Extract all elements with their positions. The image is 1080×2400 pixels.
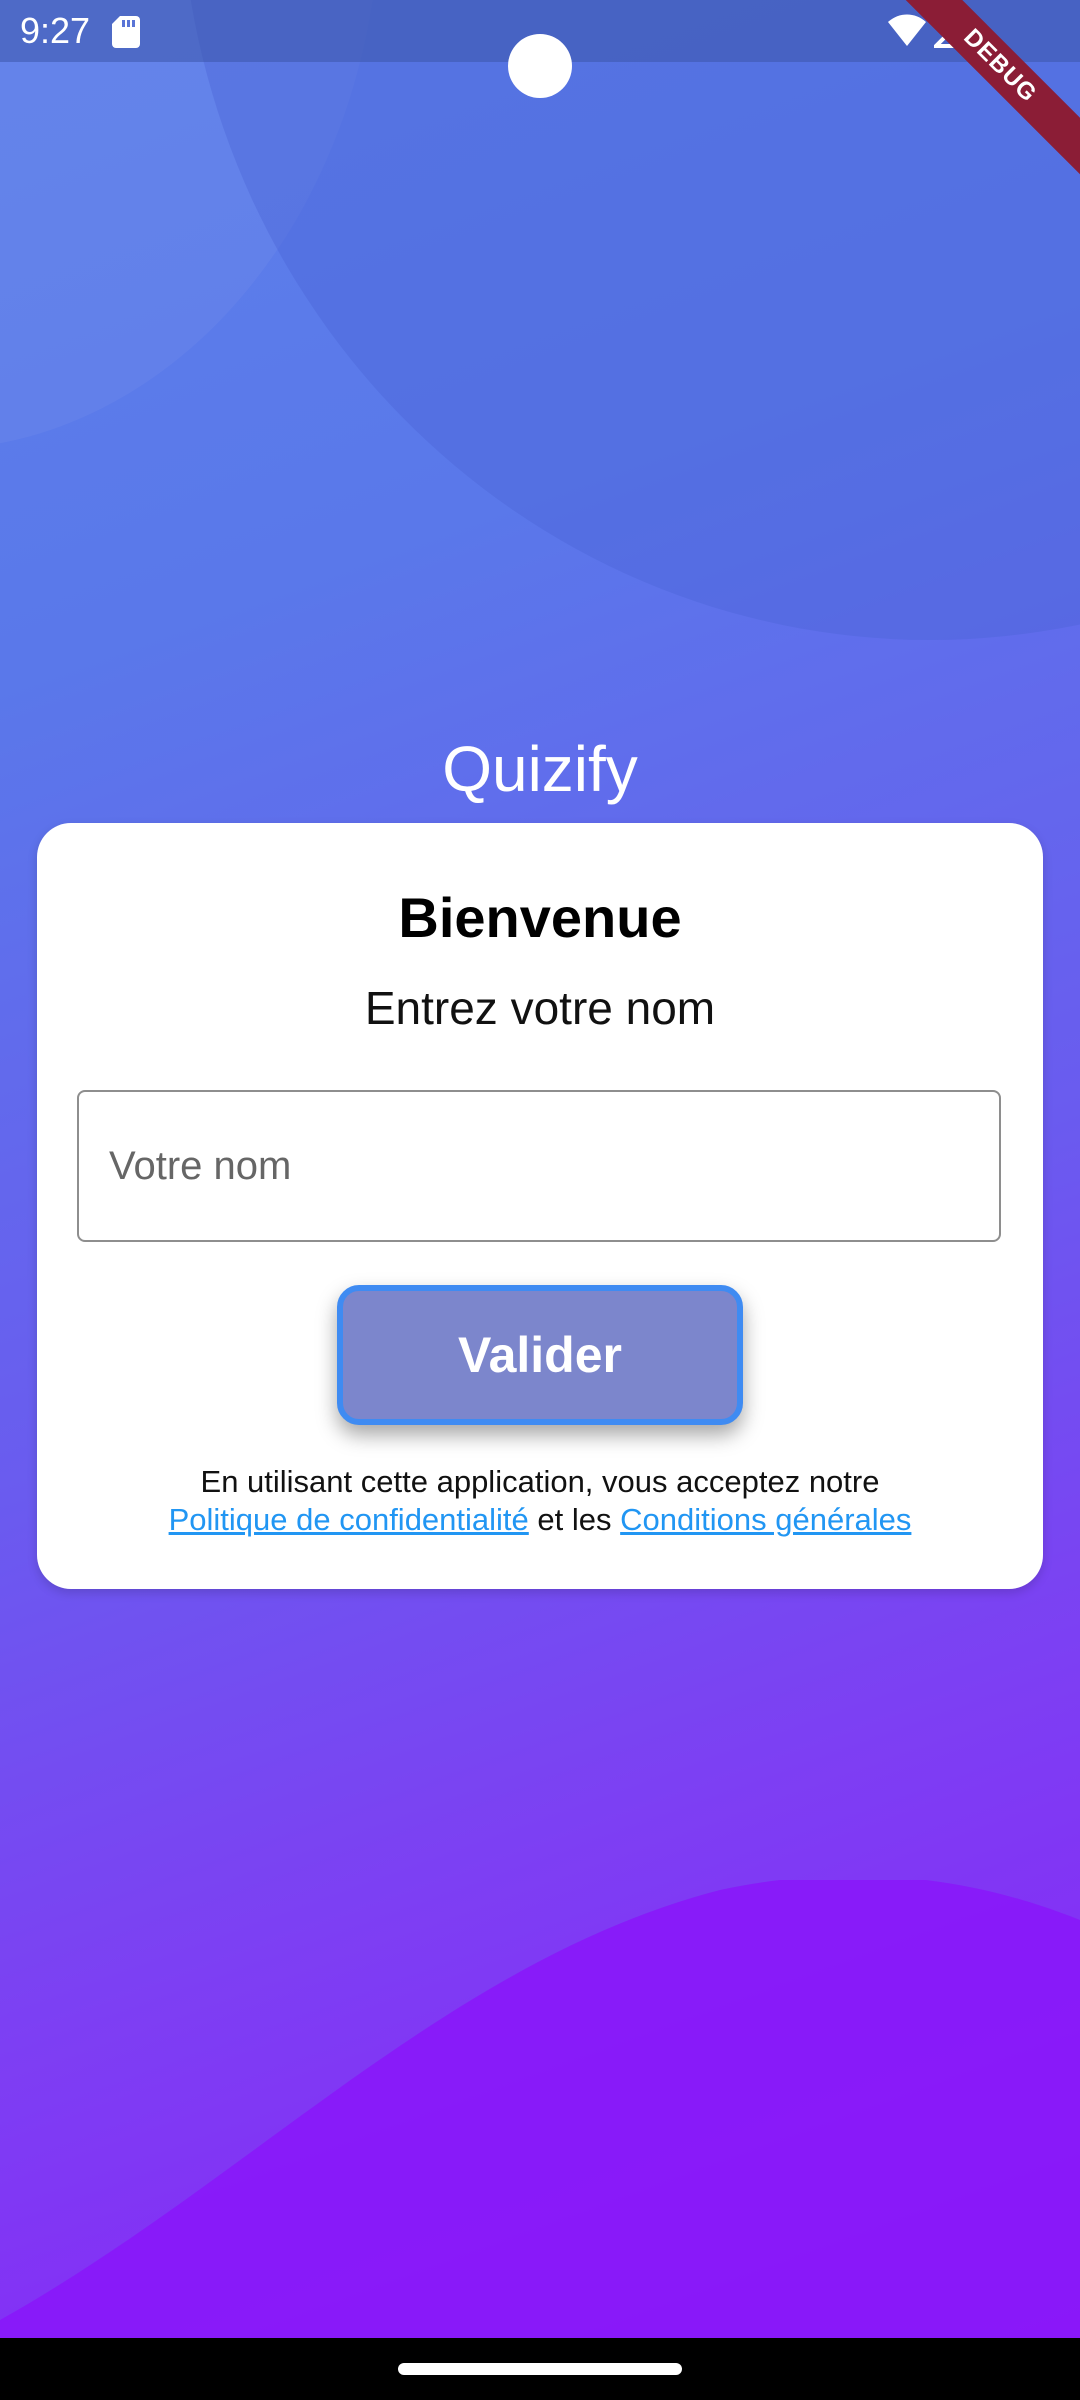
background-wave <box>0 1880 1080 2338</box>
app-screen: 9:27 DEBUG Quizify Bienvenue Entrez votr… <box>0 0 1080 2338</box>
app-title: Quizify <box>442 733 638 805</box>
terms-prefix: En utilisant cette application, vous acc… <box>200 1464 880 1499</box>
card-subtitle: Entrez votre nom <box>364 982 716 1034</box>
wifi-icon <box>888 14 926 46</box>
terms-conditions-link[interactable]: Conditions générales <box>620 1502 911 1537</box>
card-title: Bienvenue <box>398 886 682 949</box>
background-shape <box>180 0 1080 640</box>
privacy-policy-link[interactable]: Politique de confidentialité <box>169 1502 529 1537</box>
camera-cutout <box>508 34 572 98</box>
welcome-card: Bienvenue Entrez votre nom Valider En ut… <box>37 823 1043 1589</box>
home-gesture-handle[interactable] <box>398 2363 682 2375</box>
sd-card-icon <box>112 16 140 48</box>
terms-conjunction: et les <box>537 1502 612 1537</box>
name-input[interactable] <box>77 1090 1001 1242</box>
submit-button[interactable]: Valider <box>337 1285 743 1425</box>
status-time: 9:27 <box>20 10 91 51</box>
terms-notice: En utilisant cette application, vous acc… <box>37 1463 1043 1539</box>
